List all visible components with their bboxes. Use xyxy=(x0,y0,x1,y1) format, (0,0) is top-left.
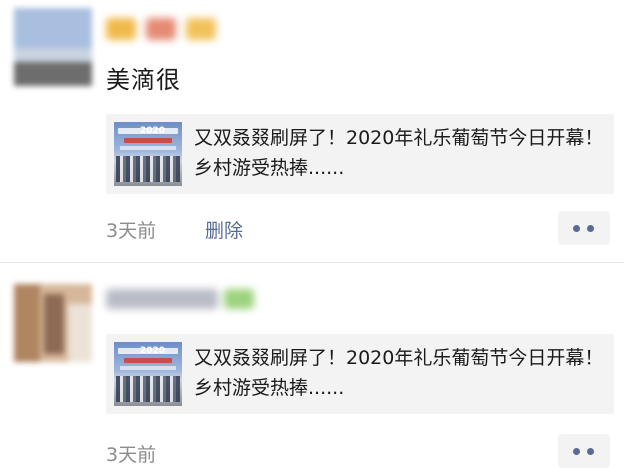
divider xyxy=(0,262,624,263)
more-button[interactable] xyxy=(558,211,610,245)
article-title: 又双叒叕刷屏了！2020年礼乐葡萄节今日开幕！乡村游受热捧...... xyxy=(194,127,604,179)
author-name-blurred[interactable] xyxy=(106,286,262,312)
post-text: 美滴很 xyxy=(106,66,181,94)
shared-article-card[interactable]: 2020 又双叒叕刷屏了！2020年礼乐葡萄节今日开幕！乡村游受热捧...... xyxy=(106,114,614,194)
more-button[interactable] xyxy=(558,434,610,468)
article-thumbnail: 2020 xyxy=(114,342,182,406)
more-dots-icon-dot xyxy=(587,448,594,455)
delete-link[interactable]: 删除 xyxy=(205,216,243,243)
post-time: 3天前 xyxy=(106,444,157,466)
thumbnail-caption: 2020 xyxy=(140,346,166,356)
more-dots-icon-dot xyxy=(587,225,594,232)
more-dots-icon xyxy=(573,448,580,455)
author-name-blurred[interactable] xyxy=(106,16,222,42)
more-dots-icon xyxy=(573,225,580,232)
post-time: 3天前 xyxy=(106,220,157,242)
avatar[interactable] xyxy=(14,8,92,86)
article-thumbnail: 2020 xyxy=(114,122,182,186)
thumbnail-caption: 2020 xyxy=(140,126,166,136)
shared-article-card[interactable]: 2020 又双叒叕刷屏了！2020年礼乐葡萄节今日开幕！乡村游受热捧...... xyxy=(106,334,614,414)
article-title: 又双叒叕刷屏了！2020年礼乐葡萄节今日开幕！乡村游受热捧...... xyxy=(194,347,604,399)
avatar[interactable] xyxy=(14,284,92,362)
